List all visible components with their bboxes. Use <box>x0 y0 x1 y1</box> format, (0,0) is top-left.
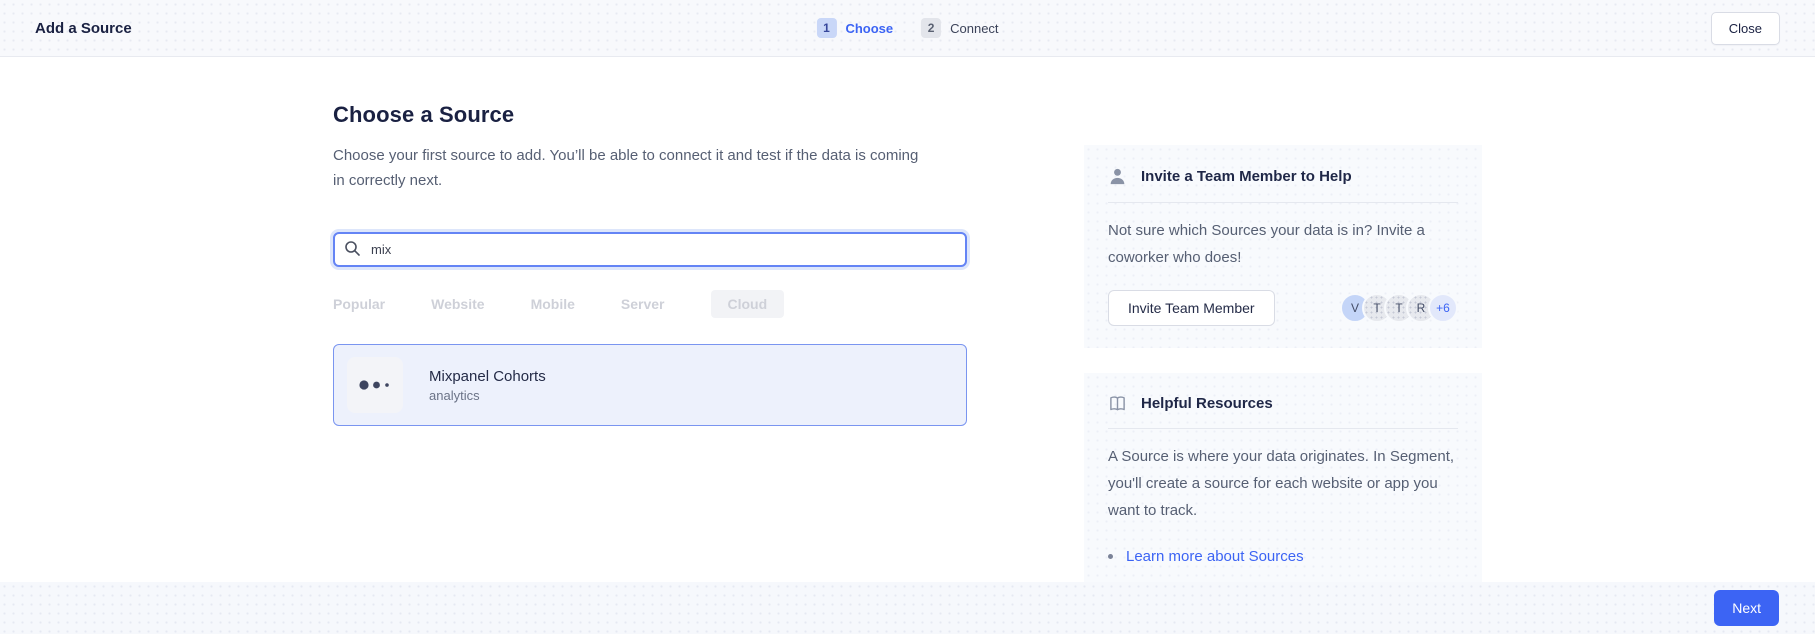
next-button[interactable]: Next <box>1714 590 1779 626</box>
avatar-stack: V T T R +6 <box>1340 293 1458 323</box>
step-connect-number: 2 <box>921 18 941 38</box>
divider <box>1108 202 1458 203</box>
filter-tabs: Popular Website Mobile Server Cloud <box>333 290 967 318</box>
page-description: Choose your first source to add. You’ll … <box>333 143 921 193</box>
source-icon-box <box>347 357 403 413</box>
topbar: Add a Source 1 Choose 2 Connect Close <box>0 0 1815 57</box>
source-card-mixpanel-cohorts[interactable]: Mixpanel Cohorts analytics <box>333 344 967 426</box>
step-choose-number: 1 <box>816 18 836 38</box>
resources-card-body: A Source is where your data originates. … <box>1108 443 1458 524</box>
main-content: Choose a Source Choose your first source… <box>333 57 967 426</box>
avatar-overflow-count: +6 <box>1428 293 1458 323</box>
step-choose-label: Choose <box>845 21 893 36</box>
invite-card: Invite a Team Member to Help Not sure wh… <box>1084 145 1482 348</box>
source-name: Mixpanel Cohorts <box>429 368 546 385</box>
bullet-icon <box>1108 554 1113 559</box>
invite-card-header: Invite a Team Member to Help <box>1108 167 1458 186</box>
invite-card-title: Invite a Team Member to Help <box>1141 168 1352 185</box>
resource-links: Learn more about Sources <box>1108 548 1458 565</box>
resources-card-title: Helpful Resources <box>1141 395 1273 412</box>
source-text: Mixpanel Cohorts analytics <box>429 368 546 403</box>
close-button[interactable]: Close <box>1711 12 1780 45</box>
resources-card-header: Helpful Resources <box>1108 395 1458 412</box>
tab-popular[interactable]: Popular <box>333 296 385 312</box>
invite-row: Invite Team Member V T T R +6 <box>1108 290 1458 326</box>
book-icon <box>1108 395 1127 412</box>
mixpanel-dots-icon <box>358 377 392 393</box>
sidebar: Invite a Team Member to Help Not sure wh… <box>1084 57 1482 587</box>
tab-mobile[interactable]: Mobile <box>531 296 575 312</box>
invite-card-body: Not sure which Sources your data is in? … <box>1108 217 1458 271</box>
step-connect-label: Connect <box>950 21 998 36</box>
divider <box>1108 428 1458 429</box>
page-heading: Choose a Source <box>333 102 967 128</box>
tab-server[interactable]: Server <box>621 296 665 312</box>
step-connect[interactable]: 2 Connect <box>921 18 998 38</box>
tab-cloud[interactable]: Cloud <box>711 290 785 318</box>
wizard-steps: 1 Choose 2 Connect <box>816 18 998 38</box>
learn-more-sources-link[interactable]: Learn more about Sources <box>1126 548 1304 565</box>
bottom-action-bar: Next <box>0 582 1815 634</box>
step-choose[interactable]: 1 Choose <box>816 18 893 38</box>
source-category: analytics <box>429 388 546 403</box>
page-title: Add a Source <box>35 20 132 37</box>
search-input[interactable] <box>333 232 967 267</box>
search-wrap <box>333 232 967 267</box>
person-icon <box>1108 167 1127 186</box>
resources-card: Helpful Resources A Source is where your… <box>1084 373 1482 587</box>
tab-website[interactable]: Website <box>431 296 484 312</box>
invite-team-member-button[interactable]: Invite Team Member <box>1108 290 1275 326</box>
search-icon <box>344 240 361 257</box>
resource-link-item: Learn more about Sources <box>1108 548 1458 565</box>
